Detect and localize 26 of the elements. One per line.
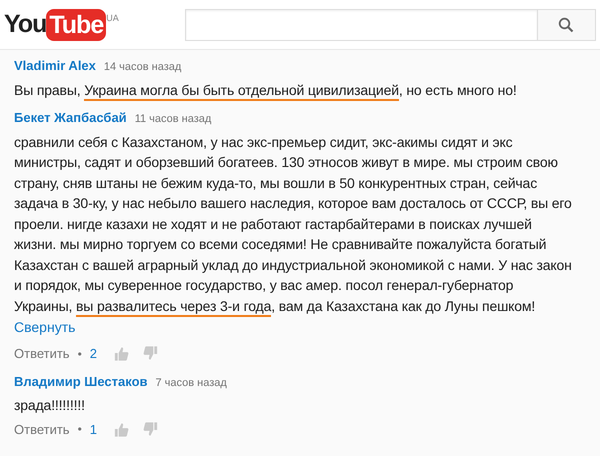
timestamp: 7 часов назад [156,376,227,390]
collapse-link[interactable]: Свернуть [14,317,76,338]
comment-text: сравнили себя с Казахстаном, у нас экс-премьер сидит, экс-акимы сидят и экс министры, садят и оборзевший богатеев. 130 этносов живут в мире. мы строим свою страну, сняв штаны не бежим куда-то, мы вошли в 50 конкурентных стран, сейчас задача в 30-ку, у нас небыло вашего наследия, которое вам досталось от СССР, вы его проели. нигде казахи не ходят и не работают гастарбайтерами в поисках лучшей жизни. мы мирно торгуем со всеми соседями! Не сравнивайте пожалуйста богатый Казахстан с вашей аграрный уклад до индустриальной экономикой с нами. У нас закон и порядок, мы суверенное государство, у вас амер. посол генерал-губернатор Украины, вы развалитесь через 3-и года, вам да Казахстана как до Луны пешком! [14,132,574,316]
separator-dot: • [78,346,82,363]
reply-link[interactable]: Ответить [14,420,70,439]
thumbs-up-icon[interactable] [113,345,130,362]
search-icon [558,16,574,32]
author-link[interactable]: Vladimir Alex [14,56,96,76]
thumbs-down-icon[interactable] [142,345,160,362]
separator-dot: • [78,421,82,438]
region-label: UA [106,12,119,25]
author-link[interactable]: Владимир Шестаков [14,372,148,391]
timestamp: 14 часов назад [104,60,182,75]
logo-text: You [4,8,46,40]
logo-badge[interactable]: Tube [46,8,106,40]
reply-link[interactable]: Ответить [14,344,70,364]
comment-text: Вы правы, Украина могла бы быть отдельной цивилизацией, но есть много но! [14,80,574,100]
search-button[interactable] [536,8,596,40]
comment-text: зрада!!!!!!!!! [14,396,86,415]
search-field[interactable] [185,8,536,40]
thumbs-down-icon[interactable] [142,420,160,438]
author-link[interactable]: Бекет Жапбасбай [14,108,127,128]
like-count: 2 [90,345,98,363]
like-count: 1 [90,420,98,438]
thumbs-up-icon[interactable] [113,420,130,438]
timestamp: 11 часов назад [134,112,212,127]
